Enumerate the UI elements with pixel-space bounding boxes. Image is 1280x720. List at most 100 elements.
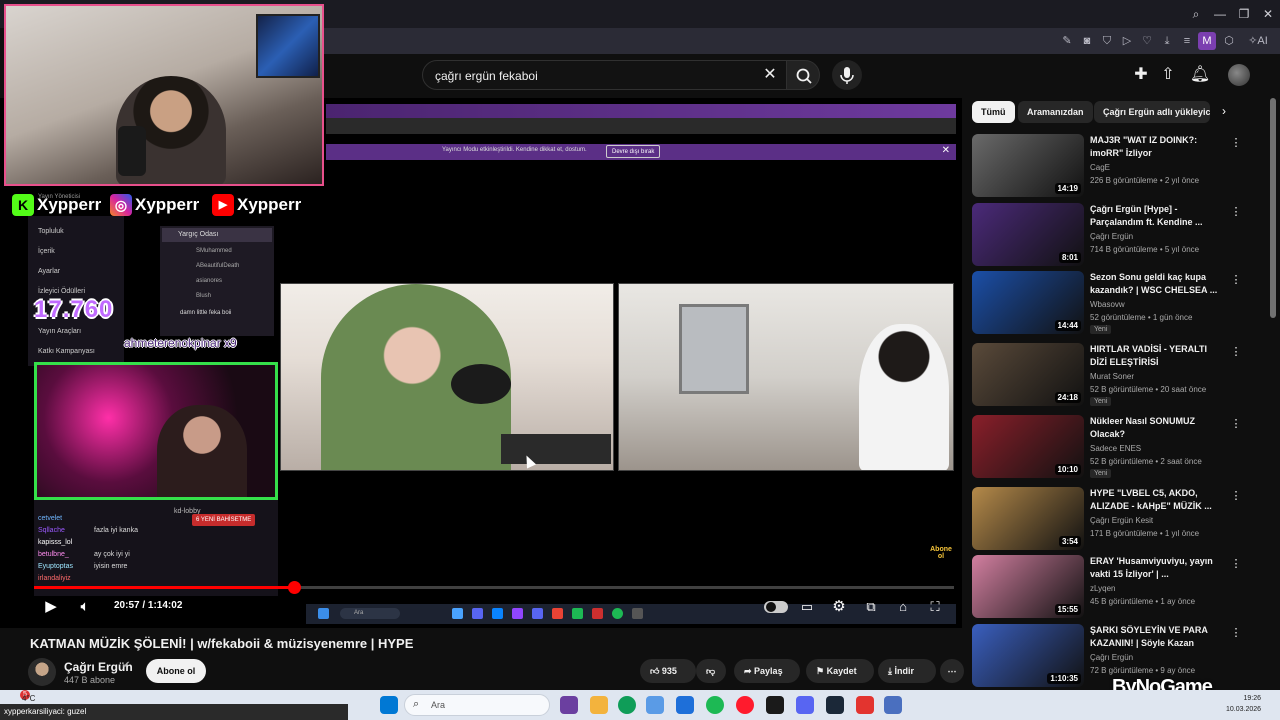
weather-widget[interactable]: 4°C [22,694,35,703]
more-options-icon[interactable]: ⋮ [1230,489,1242,503]
recommendation-item[interactable]: 3:54 HYPE "LVBEL C5, AKDO, ALIZADE - kAHp… [972,487,1244,553]
more-options-icon[interactable]: ⋮ [1230,205,1242,219]
more-actions-button[interactable]: ⋯ [940,659,964,683]
autoplay-toggle[interactable] [764,601,788,613]
chip-all[interactable]: Tümü [972,101,1015,123]
spotify-icon[interactable] [706,696,724,714]
taskbar-search[interactable]: ⌕ Ara [404,694,550,716]
download-button[interactable]: ⤓ İndir [878,659,936,683]
cast-icon[interactable]: ⌂ [894,598,912,616]
recommendation-channel[interactable]: Murat Soner [1090,372,1134,381]
share-button[interactable]: ➦ Paylaş [734,659,800,683]
recommendation-channel[interactable]: Çağrı Ergün [1090,232,1133,241]
recommendation-thumbnail[interactable]: 8:01 [972,203,1084,266]
recommendation-channel[interactable]: Çağrı Ergün [1090,653,1133,662]
app-icon[interactable] [676,696,694,714]
more-options-icon[interactable]: ⋮ [1230,345,1242,359]
upload-icon[interactable]: ⇧ [1157,64,1179,86]
settings-icon[interactable]: ⚙ [830,598,848,616]
recommendation-thumbnail[interactable]: 1:10:35 [972,624,1084,687]
channel-avatar[interactable] [28,658,56,686]
recommendation-title[interactable]: ŞARKI SÖYLEYİN VE PARA KAZANIN! | Söyle … [1090,624,1222,650]
shield-icon[interactable]: ⛉ [1098,32,1116,50]
extension-m-icon[interactable]: M [1198,32,1216,50]
chevron-right-icon[interactable]: › [1216,104,1232,120]
account-avatar[interactable] [1228,64,1250,86]
like-button[interactable]: 👍︎ 935 [640,659,696,683]
cube-icon[interactable]: ⬡ [1220,32,1238,50]
recommendation-item[interactable]: 10:10 Nükleer Nasıl SONUMUZ Olacak? Sadece… [972,415,1244,481]
search-input[interactable] [435,67,755,85]
recommendation-title[interactable]: ERAY 'Husamviyuviyu, yayın vakti 15 İzli… [1090,555,1222,581]
recommendation-item[interactable]: 8:01 Çağrı Ergün [Hype] - Parçalandım ft.… [972,203,1244,269]
voice-search-button[interactable] [832,60,862,90]
recommendation-title[interactable]: HIRTLAR VADİSİ - YERALTI DİZİ ELEŞTİRİSİ [1090,343,1222,369]
scrollbar[interactable] [1270,98,1276,318]
explorer-icon[interactable] [590,696,608,714]
more-options-icon[interactable]: ⋮ [1230,557,1242,571]
minimize-icon[interactable]: — [1210,4,1230,24]
recommendation-channel[interactable]: Wbasovw [1090,300,1125,309]
maximize-icon[interactable]: ❐ [1234,4,1254,24]
app-icon[interactable] [766,696,784,714]
more-options-icon[interactable]: ⋮ [1230,273,1242,287]
recommendation-thumbnail[interactable]: 3:54 [972,487,1084,550]
recommendation-channel[interactable]: Çağrı Ergün Kesit [1090,516,1153,525]
search-button[interactable] [786,60,820,90]
app-icon[interactable] [884,696,902,714]
recommendation-channel[interactable]: zLyqen [1090,584,1116,593]
subscribe-button[interactable]: Abone ol [146,659,206,683]
ai-button[interactable]: ✧AI [1242,32,1274,50]
recommendation-thumbnail[interactable]: 15:55 [972,555,1084,618]
play-button[interactable]: ▶ [42,598,60,616]
fullscreen-icon[interactable]: ⛶ [926,598,944,616]
save-button[interactable]: ⚑ Kaydet [806,659,874,683]
recommendation-channel[interactable]: Sadece ENES [1090,444,1141,453]
app-icon[interactable] [560,696,578,714]
recommendation-item[interactable]: 15:55 ERAY 'Husamviyuviyu, yayın vakti 15… [972,555,1244,621]
create-icon[interactable]: ✚ [1130,64,1152,86]
recommendation-title[interactable]: Nükleer Nasıl SONUMUZ Olacak? [1090,415,1222,441]
chip-from-search[interactable]: Aramanızdan [1018,101,1093,123]
heart-icon[interactable]: ♡ [1138,32,1156,50]
app-icon[interactable] [646,696,664,714]
recommendation-title[interactable]: MAJ3R "WAT IZ DOINK?: imoRR" İzliyor [1090,134,1222,160]
more-options-icon[interactable]: ⋮ [1230,626,1242,640]
download-icon[interactable]: ⤓ [1158,32,1176,50]
progress-scrubber[interactable] [288,581,301,594]
recommendation-thumbnail[interactable]: 14:19 [972,134,1084,197]
recommendation-title[interactable]: Sezon Sonu geldi kaç kupa kazandık? | WS… [1090,271,1222,297]
app-icon[interactable] [856,696,874,714]
clear-search-icon[interactable]: ✕ [760,65,780,85]
clock[interactable]: 19:26 10.03.2026 [1226,693,1261,715]
recommendation-item[interactable]: 14:44 Sezon Sonu geldi kaç kupa kazandık?… [972,271,1244,337]
recommendation-item[interactable]: 24:18 HIRTLAR VADİSİ - YERALTI DİZİ ELEŞT… [972,343,1244,409]
recommendation-thumbnail[interactable]: 10:10 [972,415,1084,478]
recommendation-channel[interactable]: CagE [1090,163,1110,172]
opera-icon[interactable] [736,696,754,714]
more-options-icon[interactable]: ⋮ [1230,417,1242,431]
recommendation-item[interactable]: 14:19 MAJ3R "WAT IZ DOINK?: imoRR" İzliyo… [972,134,1244,200]
edit-icon[interactable]: ✎ [1058,32,1076,50]
chip-uploader[interactable]: Çağrı Ergün adlı yükleyici [1094,101,1210,123]
recommendation-thumbnail[interactable]: 24:18 [972,343,1084,406]
steam-icon[interactable] [826,696,844,714]
close-icon[interactable]: ✕ [1258,4,1278,24]
miniplayer-icon[interactable]: ⧉ [862,598,880,616]
recommendation-title[interactable]: Çağrı Ergün [Hype] - Parçalandım ft. Ken… [1090,203,1222,229]
discord-icon[interactable] [796,696,814,714]
edge-icon[interactable] [618,696,636,714]
notifications-icon[interactable]: 🔔︎ [1189,64,1211,86]
search-icon[interactable]: ⌕ [1186,4,1206,24]
volume-button[interactable]: 🔈︎ [76,598,94,616]
recommendation-title[interactable]: HYPE "LVBEL C5, AKDO, ALIZADE - kAHpE" M… [1090,487,1222,513]
clock-date: 10.03.2026 [1226,706,1262,713]
start-icon[interactable] [380,696,398,714]
camera-icon[interactable]: ◙ [1078,32,1096,50]
menu-icon[interactable]: ≡ [1178,32,1196,50]
subtitles-icon[interactable]: ▭ [798,598,816,616]
more-options-icon[interactable]: ⋮ [1230,136,1242,150]
play-icon[interactable]: ▷ [1118,32,1136,50]
dislike-button[interactable]: 👎︎ [696,659,726,683]
recommendation-thumbnail[interactable]: 14:44 [972,271,1084,334]
